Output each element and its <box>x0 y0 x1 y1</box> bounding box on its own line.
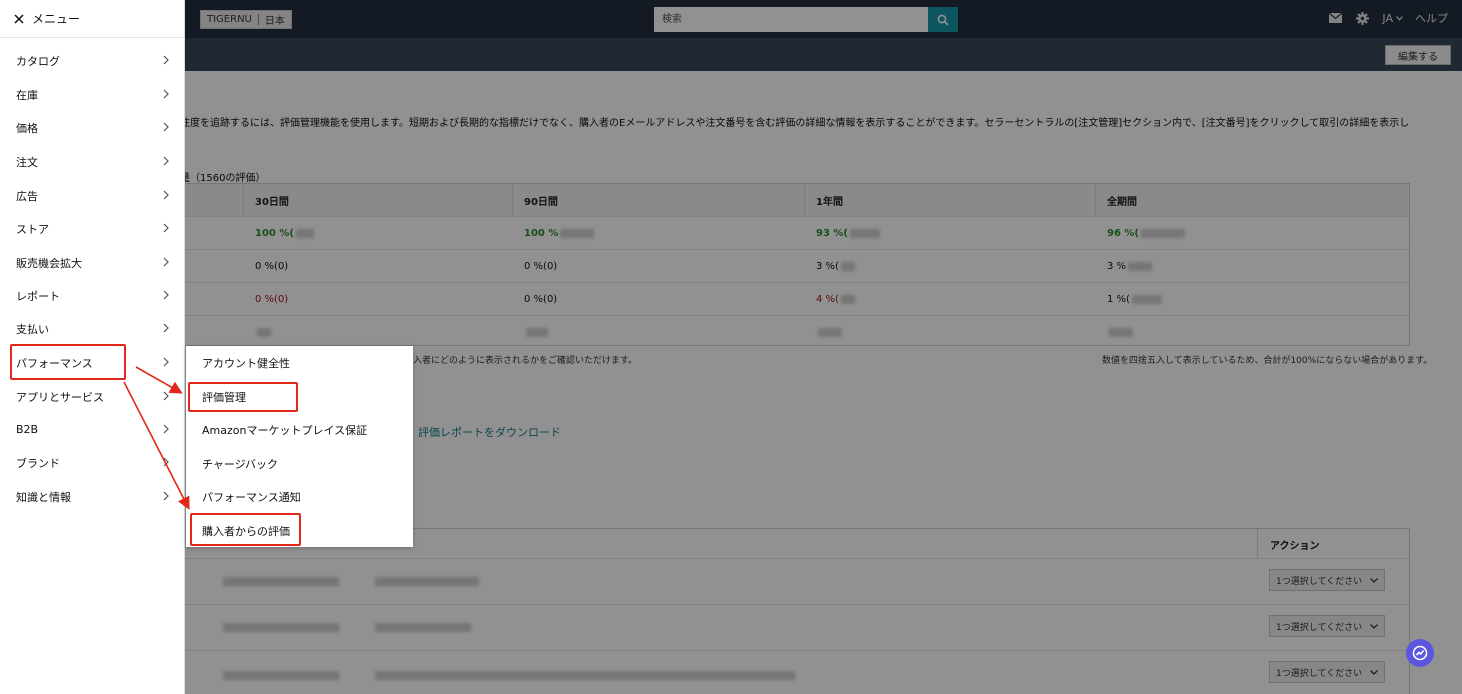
menu-item-label: 支払い <box>16 322 49 336</box>
menu-item-13[interactable]: 知識と情報 <box>0 480 185 513</box>
menu-item-label: パフォーマンス <box>16 356 93 370</box>
menu-title: メニュー <box>32 12 81 26</box>
chevron-right-icon <box>163 190 169 200</box>
menu-item-1[interactable]: 在庫 <box>0 78 185 111</box>
submenu-item-0[interactable]: アカウント健全性 <box>186 346 413 379</box>
chevron-right-icon <box>163 55 169 65</box>
menu-item-label: アプリとサービス <box>16 390 104 404</box>
menu-item-label: B2B <box>16 423 39 436</box>
submenu-item-3[interactable]: チャージバック <box>186 447 413 480</box>
menu-item-8[interactable]: 支払い <box>0 312 185 345</box>
menu-item-label: 広告 <box>16 189 38 203</box>
menu-item-0[interactable]: カタログ <box>0 44 185 77</box>
menu-header[interactable]: メニュー <box>0 0 184 38</box>
chevron-right-icon <box>163 223 169 233</box>
chevron-right-icon <box>163 391 169 401</box>
chevron-right-icon <box>163 156 169 166</box>
chevron-right-icon <box>163 122 169 132</box>
chevron-right-icon <box>163 290 169 300</box>
submenu-item-5[interactable]: 購入者からの評価 <box>186 514 413 547</box>
menu-item-11[interactable]: B2B <box>0 413 185 446</box>
menu-item-label: ストア <box>16 222 49 236</box>
menu-item-label: 価格 <box>16 121 38 135</box>
chevron-right-icon <box>163 323 169 333</box>
assistant-badge[interactable] <box>1406 639 1434 667</box>
chevron-right-icon <box>163 457 169 467</box>
submenu-item-1[interactable]: 評価管理 <box>186 380 413 413</box>
chevron-right-icon <box>163 257 169 267</box>
menu-item-7[interactable]: レポート <box>0 279 185 312</box>
menu-item-12[interactable]: ブランド <box>0 446 185 479</box>
chevron-right-icon <box>163 357 169 367</box>
menu-item-4[interactable]: 広告 <box>0 179 185 212</box>
menu-item-2[interactable]: 価格 <box>0 111 185 144</box>
menu-item-5[interactable]: ストア <box>0 212 185 245</box>
menu-item-label: 在庫 <box>16 88 38 102</box>
performance-submenu: アカウント健全性 評価管理 Amazonマーケットプレイス保証 チャージバック パフォー… <box>186 346 413 547</box>
menu-item-label: ブランド <box>16 456 60 470</box>
menu-item-9[interactable]: パフォーマンス <box>0 346 185 379</box>
chevron-right-icon <box>163 89 169 99</box>
chart-trend-icon <box>1412 645 1428 661</box>
menu-item-label: 知識と情報 <box>16 490 71 504</box>
menu-item-label: 販売機会拡大 <box>16 256 82 270</box>
menu-item-label: カタログ <box>16 54 60 68</box>
menu-item-3[interactable]: 注文 <box>0 145 185 178</box>
submenu-item-2[interactable]: Amazonマーケットプレイス保証 <box>186 413 413 446</box>
chevron-right-icon <box>163 424 169 434</box>
close-icon[interactable] <box>14 13 24 24</box>
menu-item-6[interactable]: 販売機会拡大 <box>0 246 185 279</box>
menu-item-10[interactable]: アプリとサービス <box>0 380 185 413</box>
submenu-item-4[interactable]: パフォーマンス通知 <box>186 480 413 513</box>
chevron-right-icon <box>163 491 169 501</box>
menu-item-label: レポート <box>16 289 60 303</box>
menu-item-label: 注文 <box>16 155 38 169</box>
